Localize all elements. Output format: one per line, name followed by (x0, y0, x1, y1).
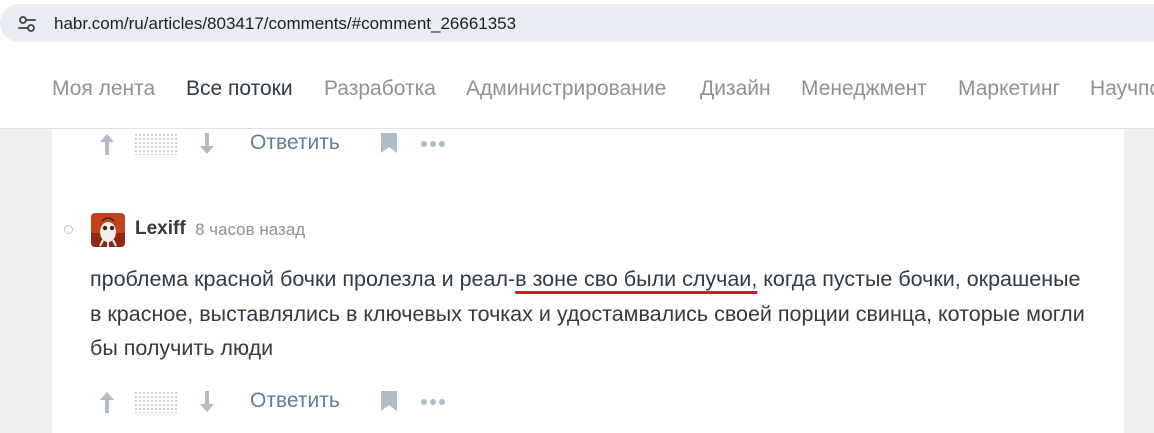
nav-item-marketing[interactable]: Маркетинг (958, 76, 1060, 102)
nav-item-popsci[interactable]: Научпоп (1090, 76, 1154, 102)
browser-toolbar: habr.com/ru/articles/803417/comments/#co… (0, 0, 1154, 50)
address-bar[interactable]: habr.com/ru/articles/803417/comments/#co… (0, 4, 1154, 42)
more-icon[interactable] (420, 398, 446, 406)
comment-actions: Ответить (52, 387, 452, 417)
avatar[interactable] (91, 213, 125, 247)
reply-button[interactable]: Ответить (250, 387, 340, 415)
nav-item-development[interactable]: Разработка (324, 76, 436, 102)
nav-item-design[interactable]: Дизайн (700, 76, 771, 102)
site-settings-icon[interactable] (16, 13, 38, 35)
site-nav: Моя лента Все потоки Разработка Админист… (0, 50, 1154, 129)
nav-item-management[interactable]: Менеджмент (801, 76, 927, 102)
score-hidden (134, 133, 178, 155)
comment-time[interactable]: 8 часов назад (195, 219, 305, 241)
vote-up-icon[interactable] (97, 389, 117, 415)
thread-marker (64, 225, 73, 234)
comment-author[interactable]: Lexiff (135, 217, 186, 241)
vote-down-icon[interactable] (197, 389, 217, 415)
prev-comment-actions: Ответить (52, 129, 452, 159)
vote-down-icon[interactable] (197, 131, 217, 157)
bookmark-icon[interactable] (380, 390, 398, 412)
score-hidden (134, 391, 178, 413)
comment-text-start: проблема красной бочки пролезла и реал- (90, 267, 516, 291)
comment-body: проблема красной бочки пролезла и реал-в… (90, 262, 1090, 366)
vote-up-icon[interactable] (97, 131, 117, 157)
nav-item-administration[interactable]: Администрирование (466, 76, 666, 102)
nav-item-all-streams[interactable]: Все потоки (186, 76, 293, 102)
reply-button[interactable]: Ответить (250, 129, 340, 157)
comment-highlight: в зоне сво были случаи, (515, 267, 758, 291)
page-gutter (1124, 129, 1154, 433)
comments-card: Ответить Lexiff 8 часов назад проблема к… (52, 129, 1124, 433)
more-icon[interactable] (420, 140, 446, 148)
nav-item-my-feed[interactable]: Моя лента (52, 76, 155, 102)
url-text[interactable]: habr.com/ru/articles/803417/comments/#co… (54, 13, 516, 35)
bookmark-icon[interactable] (380, 132, 398, 154)
